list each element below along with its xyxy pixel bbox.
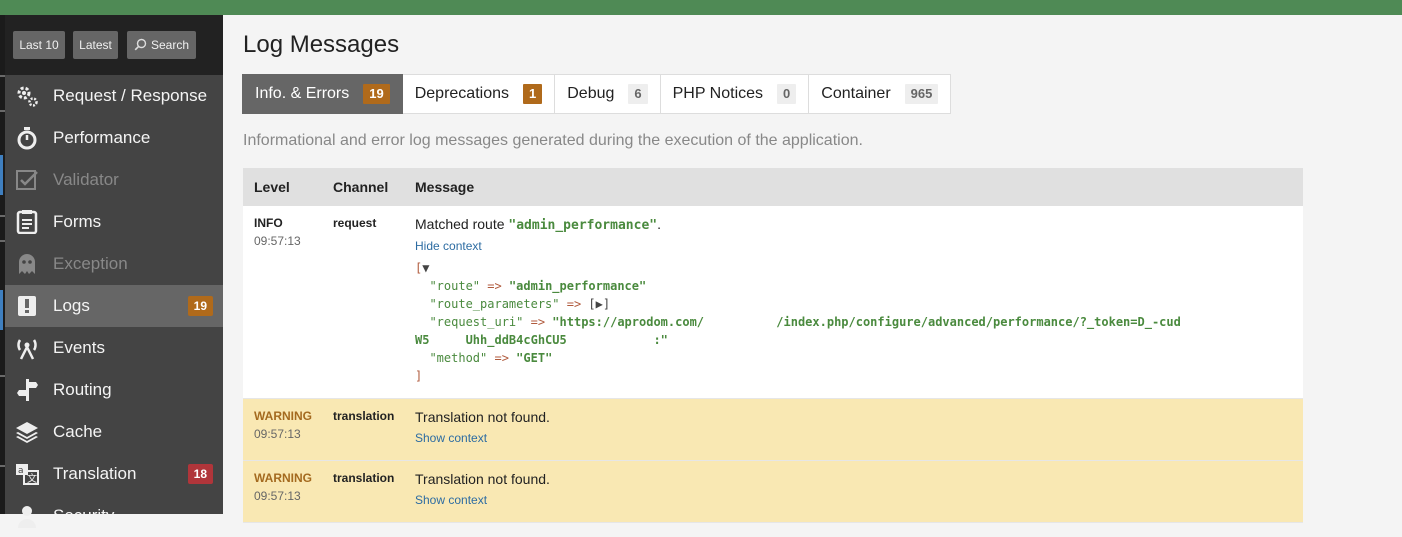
message-text: Translation not found. [415, 409, 550, 425]
ghost-icon [19, 254, 35, 274]
tab-count-badge: 19 [363, 84, 390, 104]
sidebar-item-logs[interactable]: Logs 19 [5, 285, 223, 327]
table-row: WARNING 09:57:13 translation Translation… [243, 399, 1303, 461]
tab-label: PHP Notices [672, 85, 764, 102]
profile-toolbar: Last 10 Latest Search [5, 15, 223, 75]
log-time: 09:57:13 [254, 489, 301, 503]
logs-count-badge: 19 [187, 296, 213, 316]
sidebar-item-label: Cache [53, 422, 103, 441]
top-status-bar [0, 0, 1402, 15]
sidebar-item-label: Events [53, 338, 105, 357]
last-10-button[interactable]: Last 10 [13, 31, 65, 59]
log-time: 09:57:13 [254, 427, 301, 441]
tab-count-badge: 1 [523, 84, 543, 104]
message-text: Translation not found. [415, 471, 550, 487]
level-cell: WARNING 09:57:13 [254, 409, 312, 441]
log-level: INFO [254, 216, 283, 230]
translation-count-badge: 18 [187, 464, 213, 484]
message-text: Matched route "admin_performance". [415, 216, 661, 233]
sidebar-item-label: Translation [53, 464, 137, 483]
sidebar-item-routing[interactable]: Routing [5, 369, 223, 411]
hide-context-link[interactable]: Hide context [415, 239, 1181, 253]
sidebar-item-label: Exception [53, 254, 128, 273]
tab-label: Info. & Errors [255, 85, 350, 102]
log-message: Matched route "admin_performance". Hide … [415, 216, 1181, 385]
tab-php-notices[interactable]: PHP Notices 0 [660, 74, 810, 114]
sidebar-item-label: Routing [53, 380, 112, 399]
sidebar-item-label: Validator [53, 170, 119, 189]
table-row: INFO 09:57:13 request Matched route "adm… [243, 206, 1303, 399]
search-button[interactable]: Search [127, 31, 196, 59]
gears-icon [17, 86, 38, 107]
log-icon [18, 296, 36, 316]
search-icon [134, 38, 147, 51]
tab-description: Informational and error log messages gen… [243, 132, 863, 149]
log-channel: translation [333, 409, 395, 423]
sidebar-item-validator[interactable]: Validator [5, 159, 223, 201]
tab-count-badge: 6 [628, 84, 648, 104]
sidebar-item-label: Request / Response [53, 86, 208, 105]
panel-menu: Request / Response Performance Validator… [5, 75, 223, 537]
log-channel: translation [333, 471, 395, 485]
context-dump: [▼ "route" => "admin_performance" "route… [415, 261, 1181, 383]
user-icon [18, 506, 36, 528]
signpost-icon [17, 379, 38, 401]
tab-debug[interactable]: Debug 6 [555, 74, 661, 114]
column-header-level: Level [254, 179, 290, 195]
tab-count-badge: 965 [904, 84, 939, 104]
column-header-channel: Channel [333, 179, 389, 195]
collapse-toggle-icon[interactable]: ▼ [422, 261, 429, 275]
svg-text:文: 文 [27, 472, 37, 485]
tab-label: Debug [567, 85, 615, 102]
sidebar-item-events[interactable]: Events [5, 327, 223, 369]
tab-container[interactable]: Container 965 [809, 74, 952, 114]
log-level: WARNING [254, 409, 312, 423]
log-time: 09:57:13 [254, 234, 301, 248]
log-message: Translation not found. Show context [415, 471, 550, 507]
main-panel: Log Messages Info. & Errors 19 Deprecati… [223, 15, 1402, 523]
sidebar-item-forms[interactable]: Forms [5, 201, 223, 243]
page-title: Log Messages [243, 31, 400, 58]
translate-icon: a文 [16, 464, 39, 485]
log-table: Level Channel Message INFO 09:57:13 requ… [243, 168, 1303, 523]
log-tabs: Info. & Errors 19 Deprecations 1 Debug 6… [242, 74, 952, 114]
sidebar-item-performance[interactable]: Performance [5, 117, 223, 159]
tab-deprecations[interactable]: Deprecations 1 [402, 74, 556, 114]
sidebar-item-cache[interactable]: Cache [5, 411, 223, 453]
level-cell: INFO 09:57:13 [254, 216, 301, 248]
sidebar-item-translation[interactable]: a文 Translation 18 [5, 453, 223, 495]
profiler-sidebar: Last 10 Latest Search Request / Response… [5, 15, 223, 528]
sidebar-item-label: Performance [53, 128, 151, 147]
sidebar-item-exception[interactable]: Exception [5, 243, 223, 285]
sidebar-item-label: Logs [53, 296, 90, 315]
layers-icon [16, 422, 38, 443]
column-header-message: Message [415, 179, 475, 195]
tab-label: Deprecations [414, 85, 509, 102]
log-level: WARNING [254, 471, 312, 485]
level-cell: WARNING 09:57:13 [254, 471, 312, 503]
svg-text:a: a [18, 466, 24, 476]
log-channel: request [333, 216, 377, 230]
log-message: Translation not found. Show context [415, 409, 550, 445]
show-context-link[interactable]: Show context [415, 431, 550, 445]
expand-params-toggle[interactable]: [▶] [588, 297, 610, 311]
search-button-label: Search [150, 38, 190, 52]
sidebar-item-label: Security [53, 506, 115, 525]
sidebar-item-request-response[interactable]: Request / Response [5, 75, 223, 117]
latest-button[interactable]: Latest [73, 31, 118, 59]
show-context-link[interactable]: Show context [415, 493, 550, 507]
checkbox-icon [16, 170, 38, 190]
sidebar-item-label: Forms [53, 212, 102, 231]
tab-count-badge: 0 [777, 84, 797, 104]
antenna-icon [17, 339, 37, 360]
sidebar-item-security[interactable]: Security [5, 495, 223, 537]
form-icon [16, 210, 38, 234]
tab-label: Container [821, 85, 891, 102]
table-header: Level Channel Message [243, 168, 1303, 206]
stopwatch-icon [17, 127, 37, 150]
tab-info-errors[interactable]: Info. & Errors 19 [242, 74, 403, 114]
